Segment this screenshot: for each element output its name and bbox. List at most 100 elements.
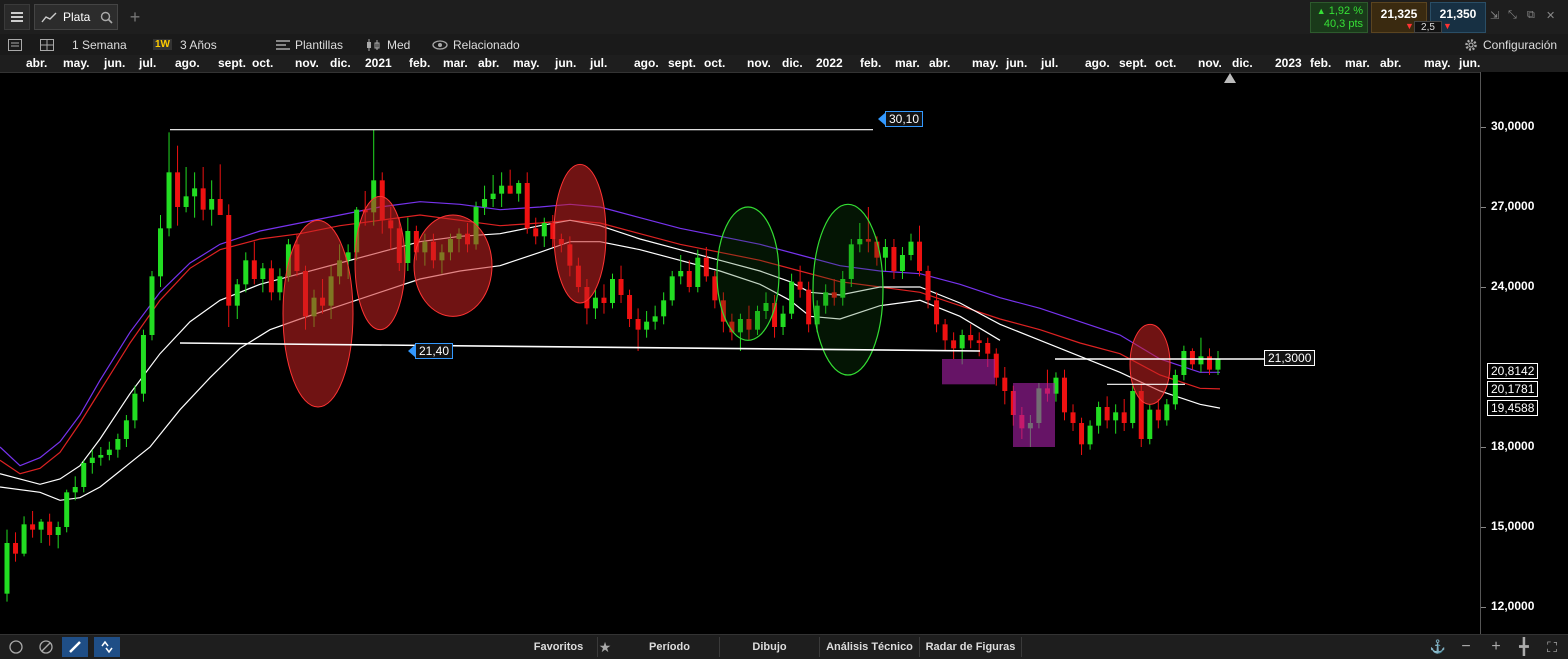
bid-price: 21,325 bbox=[1380, 7, 1418, 21]
candle-body bbox=[1113, 412, 1119, 421]
price-tick bbox=[1481, 207, 1486, 208]
time-tick-label: dic. bbox=[1232, 56, 1253, 70]
candle-body bbox=[268, 268, 274, 293]
bottom-tab-3[interactable]: Análisis Técnico bbox=[820, 637, 920, 657]
ma-red-value: 20,1781 bbox=[1487, 381, 1539, 397]
candle-body bbox=[618, 279, 624, 295]
bottom-tab-2[interactable]: Dibujo bbox=[720, 637, 820, 657]
red-circle-annotation bbox=[1129, 323, 1171, 405]
instrument-tab[interactable]: Plata bbox=[34, 4, 118, 30]
sync-arrows-icon bbox=[101, 640, 113, 654]
candle-body bbox=[175, 172, 181, 207]
candle-body bbox=[1079, 423, 1085, 445]
close-icon[interactable]: ✕ bbox=[1546, 9, 1555, 22]
scroll-marker-icon[interactable] bbox=[1224, 73, 1236, 83]
time-tick-label: oct. bbox=[1155, 56, 1177, 70]
hamburger-icon bbox=[11, 12, 23, 22]
tools-icon[interactable]: ⚓ bbox=[1426, 637, 1450, 657]
time-tick-label: jul. bbox=[1041, 56, 1059, 70]
candle-body bbox=[524, 183, 530, 229]
candle-body bbox=[1189, 351, 1195, 365]
bottom-tab-4[interactable]: Radar de Figuras bbox=[920, 637, 1022, 657]
time-tick-label: abr. bbox=[478, 56, 500, 70]
templates-button[interactable]: Plantillas bbox=[276, 34, 343, 55]
add-tab-icon[interactable]: + bbox=[124, 6, 146, 28]
candle-body bbox=[192, 188, 198, 197]
settings-button[interactable]: Configuración bbox=[1464, 34, 1557, 55]
star-icon[interactable]: ★ bbox=[594, 637, 616, 657]
instrument-name: Plata bbox=[63, 10, 91, 24]
bid-down-arrow-icon: ▼ bbox=[1405, 21, 1414, 31]
price-axis[interactable]: 30,0000 27,0000 24,0000 18,0000 15,0000 12,00… bbox=[1480, 72, 1568, 634]
search-icon[interactable] bbox=[100, 11, 113, 24]
draw-pencil-button[interactable] bbox=[62, 637, 88, 657]
bottom-tab-1[interactable]: Período bbox=[620, 637, 720, 657]
time-tick-label: dic. bbox=[782, 56, 803, 70]
top-bar: Plata + ▲ 1,92 % 40,3 pts 21,325 ▼ 21,35… bbox=[0, 0, 1568, 35]
sync-button[interactable] bbox=[94, 637, 120, 657]
price-tick-label: 27,0000 bbox=[1491, 199, 1535, 213]
time-tick-label: feb. bbox=[860, 56, 882, 70]
price-tick bbox=[1481, 527, 1486, 528]
popout-icon[interactable]: ⧉ bbox=[1527, 9, 1535, 22]
crosshair-plus-icon[interactable]: ╋ bbox=[1514, 637, 1534, 657]
candle-body bbox=[149, 276, 155, 335]
red-circle-annotation bbox=[354, 195, 406, 331]
candle-body bbox=[251, 260, 257, 279]
candle-body bbox=[1130, 391, 1136, 423]
price-tick-label: 30,0000 bbox=[1491, 119, 1535, 133]
time-tick-label: nov. bbox=[295, 56, 319, 70]
time-tick-label: feb. bbox=[409, 56, 431, 70]
time-tick-label: ago. bbox=[175, 56, 200, 70]
candle-body bbox=[1147, 409, 1153, 439]
collapse-icon[interactable]: ⤡ bbox=[1508, 9, 1517, 22]
change-percent: 1,92 % bbox=[1328, 5, 1363, 17]
time-tick-label: dic. bbox=[330, 56, 351, 70]
bottom-tab-0[interactable]: Favoritos bbox=[520, 637, 598, 657]
price-mode-button[interactable]: Med bbox=[366, 34, 410, 55]
candle-body bbox=[1096, 407, 1102, 426]
time-tick-label: 2022 bbox=[816, 56, 843, 70]
cancel-icon[interactable] bbox=[34, 637, 58, 657]
candle-body bbox=[652, 316, 658, 322]
zoom-out-icon[interactable]: − bbox=[1456, 637, 1476, 657]
crosshair-icon[interactable] bbox=[4, 637, 28, 657]
layout-grid-icon[interactable] bbox=[40, 34, 54, 55]
time-tick-label: jun. bbox=[104, 56, 126, 70]
candle-body bbox=[985, 343, 991, 354]
red-circle-annotation bbox=[282, 219, 354, 408]
candle-body bbox=[405, 231, 411, 263]
time-tick-label: may. bbox=[63, 56, 90, 70]
candle-body bbox=[917, 241, 923, 271]
menu-button[interactable] bbox=[4, 4, 30, 30]
candle-body bbox=[81, 463, 87, 487]
candle-body bbox=[1070, 412, 1076, 423]
candle-body bbox=[806, 289, 812, 325]
candle-icon bbox=[367, 38, 380, 51]
price-chart[interactable] bbox=[0, 72, 1480, 634]
candle-body bbox=[516, 183, 522, 194]
candle-body bbox=[1104, 407, 1110, 421]
interval-selector[interactable]: 1 Semana bbox=[72, 34, 127, 55]
candle-body bbox=[533, 228, 539, 237]
minimize-icon[interactable]: ⇲ bbox=[1490, 9, 1499, 22]
range-selector[interactable]: 3 Años bbox=[180, 34, 217, 55]
time-tick-label: nov. bbox=[747, 56, 771, 70]
time-tick-label: may. bbox=[513, 56, 540, 70]
candle-body bbox=[976, 340, 982, 343]
related-button[interactable]: Relacionado bbox=[432, 34, 520, 55]
candle-body bbox=[925, 271, 931, 301]
resistance-label: 30,10 bbox=[885, 111, 924, 127]
up-arrow-icon: ▲ bbox=[1316, 6, 1326, 16]
list-view-icon[interactable] bbox=[8, 34, 22, 55]
candle-body bbox=[115, 439, 121, 450]
time-tick-label: abr. bbox=[1380, 56, 1402, 70]
candle-body bbox=[38, 521, 44, 530]
zoom-in-icon[interactable]: + bbox=[1486, 637, 1506, 657]
time-tick-label: jun. bbox=[1006, 56, 1028, 70]
candle-body bbox=[601, 297, 607, 303]
fullscreen-icon[interactable]: ⛶ bbox=[1542, 637, 1562, 657]
candle-body bbox=[234, 284, 240, 306]
candle-body bbox=[1121, 412, 1127, 423]
ask-price: 21,350 bbox=[1439, 7, 1477, 21]
